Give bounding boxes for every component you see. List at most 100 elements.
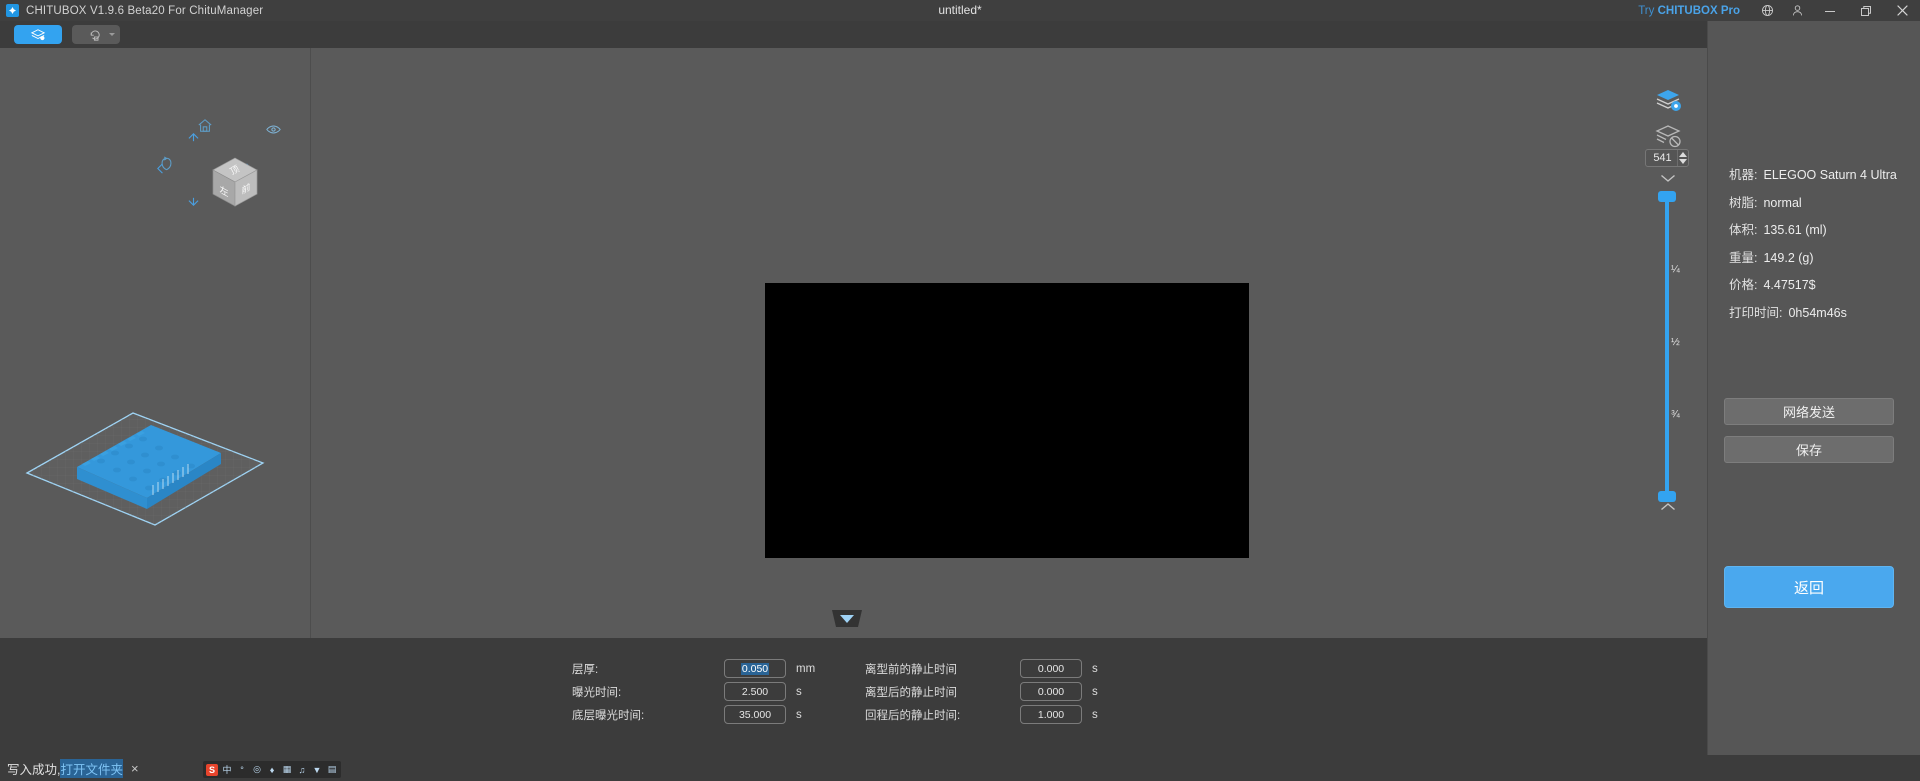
back-button[interactable]: 返回: [1724, 566, 1894, 608]
layer-slider-strip: 541 ¼ ½ ¾: [1640, 48, 1707, 638]
param-unit-bottom-exposure-time: s: [796, 708, 802, 721]
info-label-print-time: 打印时间:: [1729, 305, 1783, 320]
build-plate[interactable]: [25, 403, 265, 528]
chevron-down-icon: [109, 33, 115, 36]
view-cube[interactable]: 顶 左 前: [210, 156, 260, 215]
ime-punctuation-icon[interactable]: °: [236, 764, 248, 776]
document-title: untitled*: [938, 3, 982, 17]
ime-tools-icon[interactable]: ▼: [311, 764, 323, 776]
layer-render-area: [765, 283, 1249, 558]
info-row-print-time: 打印时间: 0h54m46s: [1729, 302, 1897, 321]
user-account-icon[interactable]: [1782, 0, 1812, 21]
info-value-print-time: 0h54m46s: [1788, 305, 1847, 320]
ime-more-icon[interactable]: ▤: [326, 764, 338, 776]
layer-number-value[interactable]: 541: [1646, 152, 1677, 164]
param-unit-rest-after-retract: s: [1092, 708, 1098, 721]
info-label-weight: 重量:: [1729, 250, 1758, 265]
network-send-button[interactable]: 网络发送: [1724, 398, 1894, 425]
layer-number-stepper[interactable]: 541: [1645, 149, 1689, 167]
info-row-volume: 体积: 135.61 (ml): [1729, 219, 1897, 238]
param-row-exposure-time: 曝光时间: 2.500 s: [572, 682, 824, 701]
spin-up-icon[interactable]: [1679, 152, 1687, 157]
param-row-rest-after-lift: 离型后的静止时间 0.000 s: [865, 682, 1120, 701]
info-label-machine: 机器:: [1729, 168, 1758, 182]
info-value-price: 4.47517$: [1763, 278, 1816, 292]
navigation-gizmo[interactable]: 顶 左 前: [157, 118, 290, 223]
param-label-layer-thickness: 层厚:: [572, 663, 599, 676]
param-unit-exposure-time: s: [796, 685, 802, 698]
slider-tick-quarter: ¼: [1671, 263, 1680, 275]
viewport-divider: [310, 48, 311, 638]
minimize-icon[interactable]: [1812, 0, 1848, 21]
rest-after-lift-input[interactable]: 0.000: [1020, 682, 1082, 701]
close-icon[interactable]: [1884, 0, 1920, 21]
info-value-volume: 135.61 (ml): [1763, 223, 1827, 237]
title-bar-controls: Try CHITUBOX Pro: [1638, 0, 1920, 21]
slider-tick-three-quarter: ¾: [1671, 408, 1680, 420]
globe-icon[interactable]: [1752, 0, 1782, 21]
info-label-price: 价格:: [1729, 278, 1758, 292]
ime-keyboard-icon[interactable]: ▦: [281, 764, 293, 776]
try-pro-prefix: Try: [1638, 4, 1658, 17]
3d-viewport[interactable]: 顶 左 前: [0, 48, 1707, 638]
ime-toolbar[interactable]: S 中 ° ◎ ♦ ▦ ♫ ▼ ▤: [203, 761, 341, 778]
layer-slider-track[interactable]: [1665, 196, 1669, 496]
try-chitubox-pro-link[interactable]: Try CHITUBOX Pro: [1638, 5, 1740, 17]
chitubox-app-window: CHITUBOX V1.9.6 Beta20 For ChituManager …: [0, 0, 1920, 781]
gizmo-arrow-up[interactable]: [187, 130, 200, 148]
param-row-bottom-exposure-time: 底层曝光时间: 35.000 s: [572, 705, 824, 724]
ime-mode-chinese-icon[interactable]: 中: [221, 764, 233, 776]
rest-after-retract-input[interactable]: 1.000: [1020, 705, 1082, 724]
sogou-ime-icon[interactable]: S: [206, 763, 218, 776]
open-folder-link[interactable]: 打开文件夹: [60, 758, 123, 778]
param-row-rest-after-retract: 回程后的静止时间: 1.000 s: [865, 705, 1120, 724]
info-row-price: 价格: 4.47517$: [1729, 274, 1897, 293]
info-label-volume: 体积:: [1729, 223, 1758, 237]
chevron-up-icon[interactable]: [1660, 498, 1676, 516]
main-toolbar: [0, 21, 1920, 48]
restore-icon[interactable]: [1848, 0, 1884, 21]
layer-stepper-arrows[interactable]: [1677, 150, 1688, 166]
gizmo-arrow-down[interactable]: [187, 194, 200, 212]
print-info-panel: 机器: ELEGOO Saturn 4 Ultra 树脂: normal 体积:…: [1707, 21, 1920, 781]
eye-icon[interactable]: [266, 122, 281, 140]
param-row-layer-thickness: 层厚: 0.050 mm: [572, 659, 824, 678]
info-value-machine: ELEGOO Saturn 4 Ultra: [1763, 168, 1897, 182]
gizmo-arrow-left[interactable]: [156, 162, 167, 180]
print-info-list: 机器: ELEGOO Saturn 4 Ultra 树脂: normal 体积:…: [1729, 164, 1897, 329]
param-unit-rest-before-lift: s: [1092, 662, 1098, 675]
exposure-time-input[interactable]: 2.500: [724, 682, 786, 701]
bottom-exposure-time-input[interactable]: 35.000: [724, 705, 786, 724]
param-unit-rest-after-lift: s: [1092, 685, 1098, 698]
param-label-exposure-time: 曝光时间:: [572, 686, 622, 699]
title-bar: CHITUBOX V1.9.6 Beta20 For ChituManager …: [0, 0, 1920, 21]
rest-before-lift-input[interactable]: 0.000: [1020, 659, 1082, 678]
spin-down-icon[interactable]: [1679, 159, 1687, 164]
info-label-resin: 树脂:: [1729, 195, 1758, 210]
layer-thickness-value: 0.050: [740, 662, 770, 675]
collapse-panel-icon[interactable]: [828, 610, 866, 627]
info-row-weight: 重量: 149.2 (g): [1729, 247, 1897, 266]
info-row-machine: 机器: ELEGOO Saturn 4 Ultra: [1729, 164, 1897, 183]
ime-settings-icon[interactable]: ◎: [251, 764, 263, 776]
slice-preview-button[interactable]: [14, 25, 62, 44]
info-value-weight: 149.2 (g): [1763, 250, 1814, 265]
try-pro-brand: CHITUBOX Pro: [1657, 4, 1740, 17]
ime-voice-icon[interactable]: ♫: [296, 764, 308, 776]
close-icon[interactable]: ×: [131, 761, 139, 776]
chitubox-logo-icon: [6, 4, 19, 17]
chevron-down-icon[interactable]: [1660, 170, 1676, 188]
layers-visible-icon[interactable]: [1654, 88, 1684, 119]
layer-thickness-input[interactable]: 0.050: [724, 659, 786, 678]
print-parameters-panel: 层厚: 0.050 mm 曝光时间: 2.500 s 底层曝光时间: 35.00…: [0, 638, 1707, 755]
ime-emoji-icon[interactable]: ♦: [266, 764, 278, 776]
layer-slider-handle-top[interactable]: [1658, 191, 1676, 202]
save-button[interactable]: 保存: [1724, 436, 1894, 463]
status-message: 写入成功,: [7, 762, 61, 777]
parameters-left-column: 层厚: 0.050 mm 曝光时间: 2.500 s 底层曝光时间: 35.00…: [572, 659, 824, 724]
info-row-resin: 树脂: normal: [1729, 192, 1897, 211]
model-tools-button[interactable]: [72, 25, 120, 44]
info-value-resin: normal: [1763, 195, 1802, 210]
param-label-rest-after-lift: 离型后的静止时间: [865, 686, 957, 699]
param-label-bottom-exposure-time: 底层曝光时间:: [572, 709, 645, 722]
